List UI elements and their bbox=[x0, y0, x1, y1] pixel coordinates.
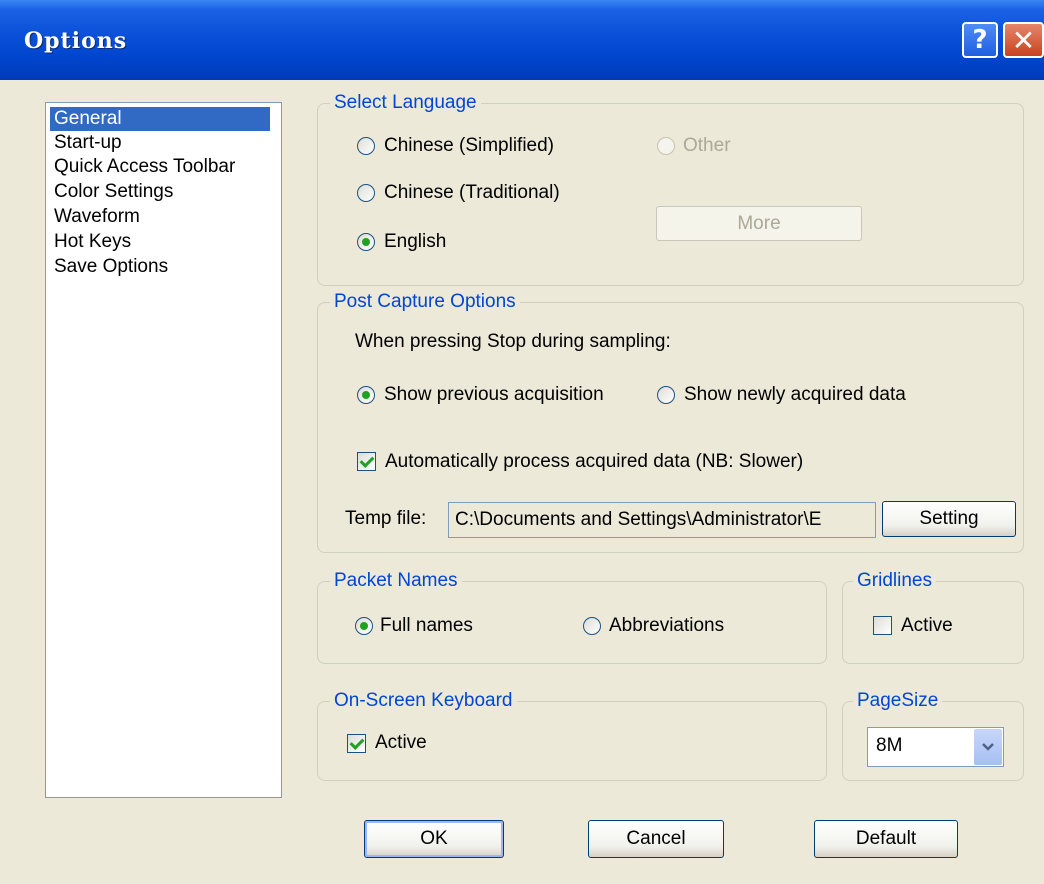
nav-item-start-up[interactable]: Start-up bbox=[50, 131, 126, 155]
select-language-legend: Select Language bbox=[330, 91, 481, 115]
radio-show-previous-acquisition-label[interactable]: Show previous acquisition bbox=[384, 383, 604, 407]
radio-chinese-simplified[interactable] bbox=[357, 137, 375, 155]
packet-names-legend: Packet Names bbox=[330, 569, 462, 593]
radio-other-label: Other bbox=[683, 135, 731, 156]
radio-chinese-traditional[interactable] bbox=[357, 184, 375, 202]
default-button[interactable]: Default bbox=[814, 820, 958, 858]
temp-file-path-field[interactable]: C:\Documents and Settings\Administrator\… bbox=[448, 502, 876, 538]
radio-show-newly-acquired-data-label[interactable]: Show newly acquired data bbox=[684, 383, 906, 407]
radio-abbreviations-label[interactable]: Abbreviations bbox=[609, 614, 724, 638]
radio-english-label[interactable]: English bbox=[384, 230, 446, 254]
radio-full-names-label[interactable]: Full names bbox=[380, 614, 473, 638]
checkbox-keyboard-active-label[interactable]: Active bbox=[375, 731, 427, 755]
radio-full-names[interactable] bbox=[355, 617, 373, 635]
options-dialog: Options ? ✕ General Start-up Quick Acces… bbox=[0, 0, 1044, 884]
radio-show-newly-acquired-data[interactable] bbox=[657, 386, 675, 404]
pagesize-select-value: 8M bbox=[876, 735, 903, 756]
nav-item-save-options[interactable]: Save Options bbox=[50, 255, 172, 279]
title-bar: Options ? ✕ bbox=[0, 0, 1044, 80]
nav-item-waveform[interactable]: Waveform bbox=[50, 205, 144, 229]
nav-item-general[interactable]: General bbox=[50, 107, 270, 131]
nav-item-hot-keys[interactable]: Hot Keys bbox=[50, 230, 135, 254]
checkbox-gridlines-active[interactable] bbox=[873, 616, 892, 635]
pagesize-dropdown-button[interactable] bbox=[974, 729, 1002, 765]
radio-show-previous-acquisition[interactable] bbox=[357, 386, 375, 404]
setting-button[interactable]: Setting bbox=[882, 501, 1016, 537]
pagesize-legend: PageSize bbox=[853, 689, 943, 713]
nav-item-color-settings[interactable]: Color Settings bbox=[50, 180, 177, 204]
pagesize-select[interactable]: 8M bbox=[867, 727, 1004, 767]
close-icon: ✕ bbox=[1011, 23, 1036, 57]
radio-chinese-simplified-label[interactable]: Chinese (Simplified) bbox=[384, 134, 554, 158]
checkbox-auto-process[interactable] bbox=[357, 452, 376, 471]
radio-abbreviations[interactable] bbox=[583, 617, 601, 635]
cancel-button[interactable]: Cancel bbox=[588, 820, 724, 858]
more-button: More bbox=[656, 206, 862, 241]
checkbox-gridlines-active-label[interactable]: Active bbox=[901, 614, 953, 638]
radio-english[interactable] bbox=[357, 233, 375, 251]
post-capture-legend: Post Capture Options bbox=[330, 290, 520, 314]
options-category-list[interactable]: General Start-up Quick Access Toolbar Co… bbox=[45, 102, 282, 798]
help-icon: ? bbox=[972, 25, 988, 55]
checkbox-auto-process-label[interactable]: Automatically process acquired data (NB:… bbox=[385, 450, 803, 474]
chevron-down-icon bbox=[982, 743, 994, 751]
radio-other bbox=[657, 137, 675, 155]
on-screen-keyboard-legend: On-Screen Keyboard bbox=[330, 689, 517, 713]
window-title: Options bbox=[24, 28, 128, 54]
temp-file-label: Temp file: bbox=[345, 508, 427, 529]
ok-button[interactable]: OK bbox=[364, 820, 504, 858]
help-button[interactable]: ? bbox=[962, 22, 998, 58]
nav-item-quick-access-toolbar[interactable]: Quick Access Toolbar bbox=[50, 155, 239, 179]
stop-sampling-prompt: When pressing Stop during sampling: bbox=[355, 331, 671, 352]
close-button[interactable]: ✕ bbox=[1003, 22, 1044, 58]
gridlines-legend: Gridlines bbox=[853, 569, 936, 593]
radio-chinese-traditional-label[interactable]: Chinese (Traditional) bbox=[384, 181, 560, 205]
checkbox-keyboard-active[interactable] bbox=[347, 734, 366, 753]
